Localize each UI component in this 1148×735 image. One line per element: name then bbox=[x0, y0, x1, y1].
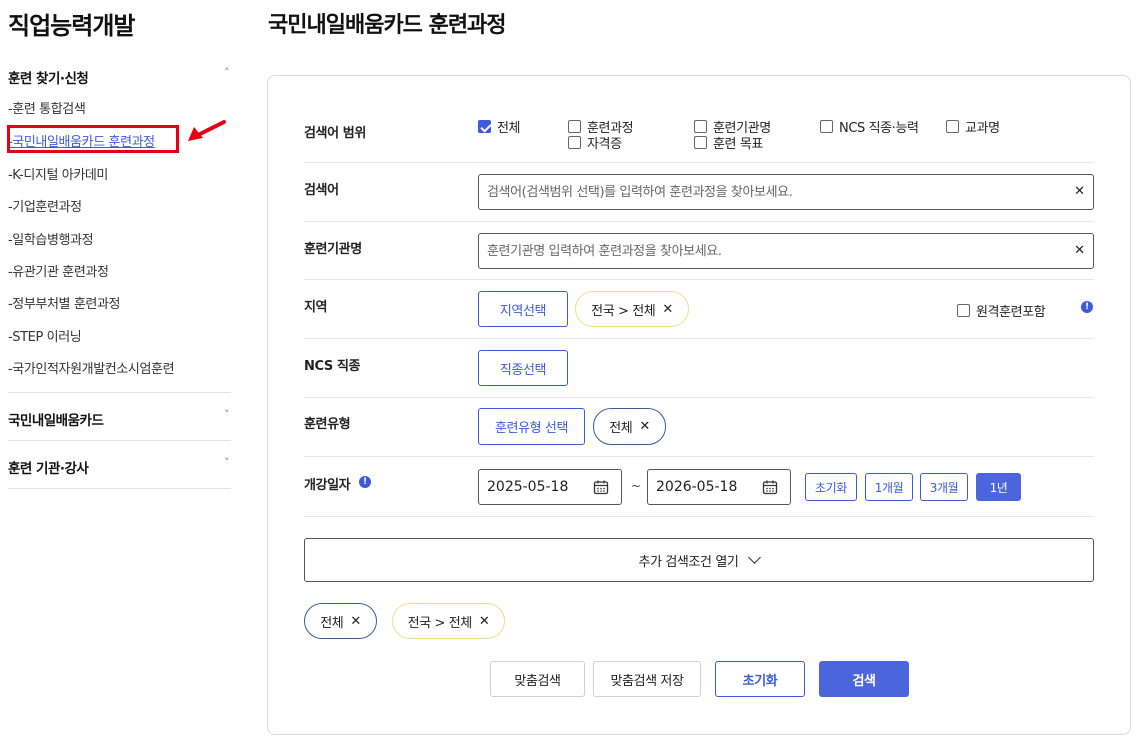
divider bbox=[304, 397, 1094, 398]
checkbox-label: 훈련 목표 bbox=[713, 137, 763, 152]
reset-button[interactable]: 초기화 bbox=[715, 661, 805, 697]
checkbox-icon bbox=[694, 136, 707, 149]
training-type-label: 훈련유형 bbox=[304, 417, 351, 432]
checkbox-icon bbox=[957, 304, 970, 317]
checkbox-icon bbox=[568, 136, 581, 149]
sidebar-item-integrated-search[interactable]: -훈련 통합검색 bbox=[8, 98, 86, 117]
region-chip[interactable]: 전국 > 전체 ✕ bbox=[575, 291, 689, 327]
selected-chip-region[interactable]: 전국 > 전체 ✕ bbox=[392, 603, 505, 639]
chevron-down-icon: ˅ bbox=[224, 456, 230, 469]
divider bbox=[304, 456, 1094, 457]
start-date-label: 개강일자 bbox=[304, 478, 351, 493]
divider bbox=[8, 488, 231, 489]
save-custom-search-button[interactable]: 맞춤검색 저장 bbox=[593, 661, 701, 697]
ncs-select-button[interactable]: 직종선택 bbox=[478, 350, 568, 386]
calendar-icon[interactable] bbox=[762, 479, 778, 495]
checkbox-label: 교과명 bbox=[965, 121, 1000, 136]
highlight-box bbox=[7, 125, 179, 153]
checkbox-icon bbox=[694, 120, 707, 133]
keyword-field: ✕ bbox=[478, 174, 1094, 210]
institution-label: 훈련기관명 bbox=[304, 242, 362, 257]
date-separator: ~ bbox=[631, 479, 642, 493]
sidebar-item-k-digital[interactable]: -K-디지털 아카데미 bbox=[8, 164, 108, 183]
close-icon[interactable]: ✕ bbox=[662, 302, 673, 317]
chevron-up-icon: ˄ bbox=[224, 66, 230, 79]
close-icon[interactable]: ✕ bbox=[639, 419, 650, 434]
checkbox-checked-icon bbox=[478, 120, 491, 133]
sidebar-item-related-institutions[interactable]: -유관기관 훈련과정 bbox=[8, 261, 109, 280]
sidebar-section-find-training[interactable]: 훈련 찾기·신청 ˄ bbox=[8, 66, 231, 87]
more-conditions-toggle[interactable]: 추가 검색조건 열기 bbox=[304, 538, 1094, 582]
scope-certificate-checkbox[interactable]: 자격증 bbox=[568, 133, 622, 152]
sidebar-section-label: 국민내일배움카드 bbox=[8, 413, 104, 429]
red-arrow-icon bbox=[188, 120, 226, 141]
keyword-input[interactable] bbox=[479, 175, 1049, 209]
keyword-label: 검색어 bbox=[304, 183, 339, 198]
chip-label: 전국 > 전체 bbox=[407, 615, 473, 631]
clear-icon[interactable]: ✕ bbox=[1074, 184, 1085, 199]
divider bbox=[304, 279, 1094, 280]
sidebar-item-step-elearning[interactable]: -STEP 이러닝 bbox=[8, 326, 82, 345]
checkbox-icon bbox=[820, 120, 833, 133]
chip-label: 전체 bbox=[320, 615, 344, 631]
scope-ncs-checkbox[interactable]: NCS 직종·능력 bbox=[820, 117, 919, 136]
checkbox-icon bbox=[568, 120, 581, 133]
sidebar-section-institutions[interactable]: 훈련 기관·강사 ˅ bbox=[8, 456, 231, 477]
chevron-down-icon: ˅ bbox=[224, 408, 230, 421]
selected-chip-training-type[interactable]: 전체 ✕ bbox=[304, 603, 377, 639]
institution-input[interactable] bbox=[479, 234, 1049, 268]
clear-icon[interactable]: ✕ bbox=[1074, 243, 1085, 258]
scope-subject-checkbox[interactable]: 교과명 bbox=[946, 117, 1000, 136]
calendar-icon[interactable] bbox=[593, 479, 609, 495]
checkbox-label: 원격훈련포함 bbox=[976, 305, 1046, 320]
checkbox-icon bbox=[946, 120, 959, 133]
close-icon[interactable]: ✕ bbox=[479, 614, 490, 629]
scope-all-checkbox[interactable]: 전체 bbox=[478, 117, 521, 136]
start-date-from-input[interactable]: 2025-05-18 bbox=[478, 469, 622, 505]
region-label: 지역 bbox=[304, 300, 328, 315]
period-1month-button[interactable]: 1개월 bbox=[865, 473, 913, 501]
checkbox-label: 전체 bbox=[497, 121, 521, 136]
info-icon[interactable]: ! bbox=[1081, 301, 1093, 313]
period-1year-button[interactable]: 1년 bbox=[976, 473, 1021, 501]
scope-goal-checkbox[interactable]: 훈련 목표 bbox=[694, 133, 763, 152]
divider bbox=[304, 162, 1094, 163]
divider bbox=[304, 338, 1094, 339]
institution-field: ✕ bbox=[478, 233, 1094, 269]
custom-search-button[interactable]: 맞춤검색 bbox=[490, 661, 585, 697]
ncs-label: NCS 직종 bbox=[304, 359, 361, 374]
checkbox-label: 자격증 bbox=[587, 137, 622, 152]
divider bbox=[8, 392, 231, 393]
divider bbox=[8, 440, 231, 441]
info-icon[interactable]: ! bbox=[359, 476, 371, 488]
training-type-chip[interactable]: 전체 ✕ bbox=[593, 408, 666, 445]
start-date-to-input[interactable]: 2026-05-18 bbox=[647, 469, 791, 505]
search-button[interactable]: 검색 bbox=[819, 661, 909, 697]
page-title: 국민내일배움카드 훈련과정 bbox=[268, 13, 507, 38]
divider bbox=[304, 516, 1094, 517]
period-reset-button[interactable]: 초기화 bbox=[805, 473, 857, 501]
checkbox-label: NCS 직종·능력 bbox=[839, 121, 919, 136]
sidebar-section-naeil-card[interactable]: 국민내일배움카드 ˅ bbox=[8, 408, 231, 429]
date-value: 2026-05-18 bbox=[656, 479, 738, 495]
sidebar-section-label: 훈련 기관·강사 bbox=[8, 461, 89, 477]
toggle-label: 추가 검색조건 열기 bbox=[638, 554, 739, 570]
sidebar-item-work-study[interactable]: -일학습병행과정 bbox=[8, 229, 94, 248]
divider bbox=[304, 221, 1094, 222]
chip-label: 전국 > 전체 bbox=[591, 303, 656, 319]
sidebar-title: 직업능력개발 bbox=[8, 12, 135, 40]
training-type-select-button[interactable]: 훈련유형 선택 bbox=[478, 408, 585, 445]
chip-label: 전체 bbox=[609, 421, 633, 436]
date-value: 2025-05-18 bbox=[487, 479, 569, 495]
chevron-down-icon bbox=[748, 551, 762, 564]
close-icon[interactable]: ✕ bbox=[350, 614, 361, 629]
sidebar-item-government-ministries[interactable]: -정부부처별 훈련과정 bbox=[8, 293, 120, 312]
sidebar-item-consortium[interactable]: -국가인적자원개발컨소시엄훈련 bbox=[8, 358, 175, 377]
region-select-button[interactable]: 지역선택 bbox=[478, 291, 568, 327]
period-3month-button[interactable]: 3개월 bbox=[920, 473, 968, 501]
sidebar-section-label: 훈련 찾기·신청 bbox=[8, 71, 89, 87]
sidebar-item-company-training[interactable]: -기업훈련과정 bbox=[8, 196, 82, 215]
remote-training-checkbox[interactable]: 원격훈련포함 bbox=[957, 301, 1046, 320]
search-scope-label: 검색어 범위 bbox=[304, 126, 366, 141]
